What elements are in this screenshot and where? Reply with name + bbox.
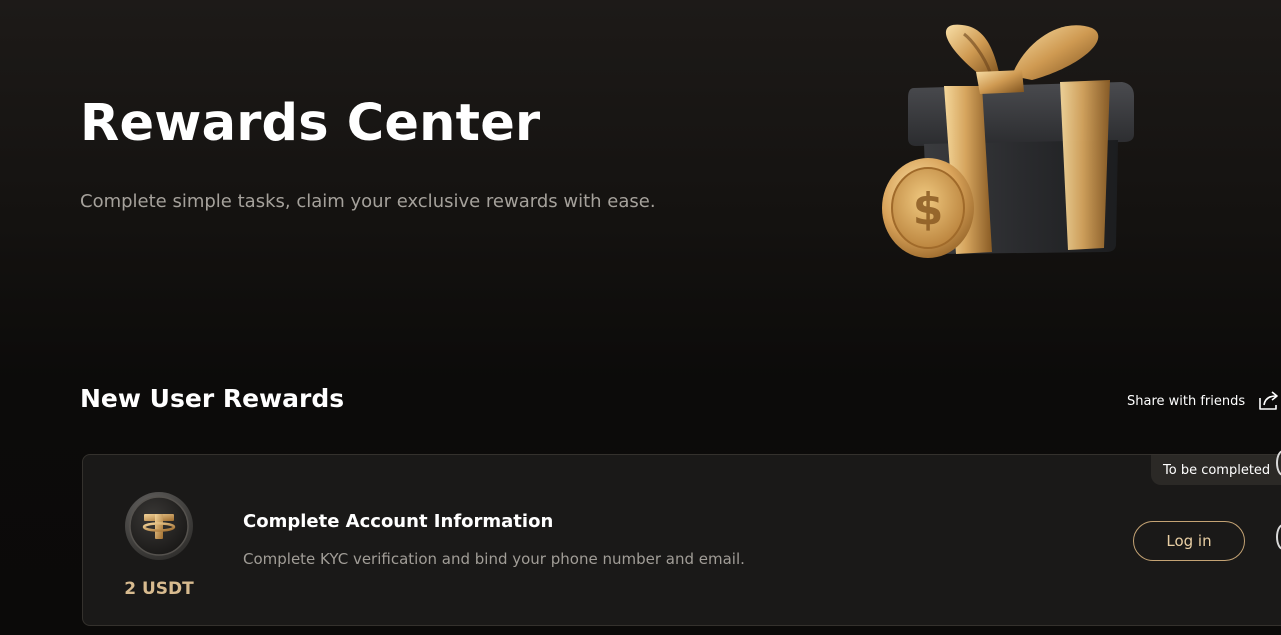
- task-description: Complete KYC verification and bind your …: [243, 550, 745, 568]
- reward-amount: 2 USDT: [124, 579, 194, 599]
- status-badge: To be completed: [1151, 455, 1281, 485]
- gift-box-illustration: $: [872, 16, 1144, 266]
- share-with-friends-link[interactable]: Share with friends: [1127, 389, 1279, 413]
- section-title-new-user-rewards: New User Rewards: [80, 384, 345, 413]
- svg-text:$: $: [913, 184, 944, 235]
- task-card: To be completed 2 USDT Complete Account …: [82, 454, 1281, 626]
- share-label: Share with friends: [1127, 393, 1246, 409]
- task-title: Complete Account Information: [243, 511, 554, 532]
- login-button[interactable]: Log in: [1133, 521, 1245, 561]
- page-title: Rewards Center: [80, 94, 541, 153]
- page-subtitle: Complete simple tasks, claim your exclus…: [80, 191, 656, 212]
- share-icon: [1257, 390, 1279, 412]
- usdt-coin-icon: [124, 491, 194, 561]
